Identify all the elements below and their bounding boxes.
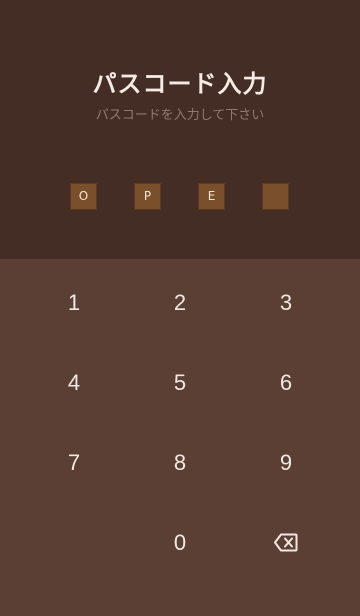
pin-digit-4 [262,183,289,210]
key-6[interactable]: 6 [236,355,336,411]
header: パスコード入力 パスコードを入力して下さい O P E [0,0,360,259]
page-title: パスコード入力 [92,70,268,98]
pin-indicator: O P E [0,183,360,210]
key-3[interactable]: 3 [236,275,336,331]
keypad: 1 2 3 4 5 6 7 8 9 0 [0,263,360,583]
key-8[interactable]: 8 [130,435,230,491]
backspace-icon [274,533,298,552]
key-4[interactable]: 4 [24,355,124,411]
key-9[interactable]: 9 [236,435,336,491]
pin-digit-2: P [134,183,161,210]
key-2[interactable]: 2 [130,275,230,331]
key-1[interactable]: 1 [24,275,124,331]
pin-digit-3: E [198,183,225,210]
pin-digit-1: O [70,183,97,210]
passcode-screen: パスコード入力 パスコードを入力して下さい O P E 1 2 3 4 5 6 … [0,0,360,616]
key-5[interactable]: 5 [130,355,230,411]
backspace-button[interactable] [236,515,336,571]
key-7[interactable]: 7 [24,435,124,491]
page-subtitle: パスコードを入力して下さい [95,108,265,123]
key-0[interactable]: 0 [130,515,230,571]
